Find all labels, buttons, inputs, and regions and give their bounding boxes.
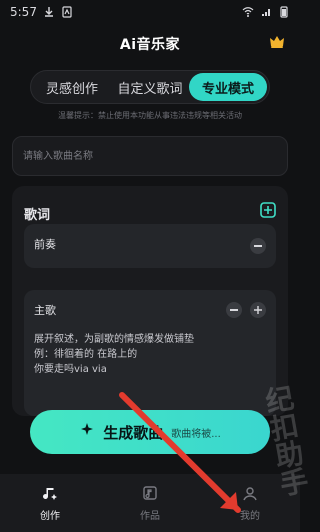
watermark: 纪扣助手 <box>259 382 312 499</box>
